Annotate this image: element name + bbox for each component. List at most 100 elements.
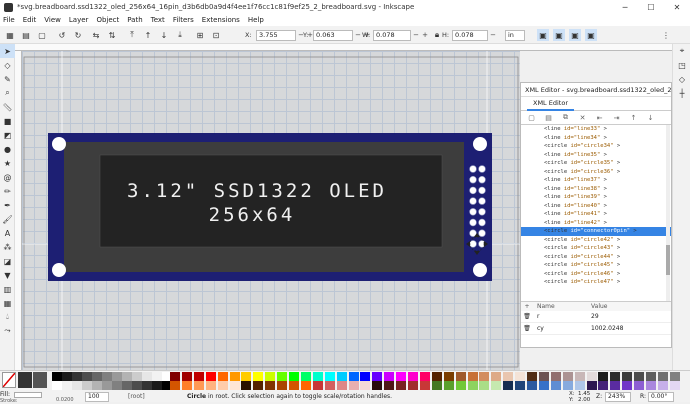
mounting-hole[interactable] xyxy=(52,263,66,277)
color-swatch[interactable] xyxy=(33,372,47,388)
color-swatch[interactable] xyxy=(62,372,72,381)
duplicate-node-icon[interactable]: ⧉ xyxy=(559,112,572,123)
attribute-name[interactable]: r xyxy=(533,313,591,320)
gradient-tool-icon[interactable]: ▥ xyxy=(0,282,15,296)
delete-node-icon[interactable]: ✕ xyxy=(576,112,589,123)
color-swatch[interactable] xyxy=(241,372,252,381)
color-swatch[interactable] xyxy=(431,381,442,390)
connector-pin[interactable] xyxy=(469,208,477,216)
drawing[interactable]: 3.12" SSD1322 OLED 256x64 xyxy=(22,51,520,370)
color-swatch[interactable] xyxy=(443,372,454,381)
selector-tool-icon[interactable]: ➤ xyxy=(0,44,15,58)
color-swatch[interactable] xyxy=(443,381,454,390)
flip-vertical-icon[interactable]: ⇅ xyxy=(106,29,118,41)
new-text-node-icon[interactable]: ▤ xyxy=(542,112,555,123)
color-swatch[interactable] xyxy=(396,372,407,381)
color-swatch[interactable] xyxy=(408,372,418,381)
menu-extensions[interactable]: Extensions xyxy=(202,16,240,24)
color-swatch[interactable] xyxy=(62,381,72,390)
color-swatch[interactable] xyxy=(265,372,276,381)
color-swatch[interactable] xyxy=(72,372,82,381)
menu-object[interactable]: Object xyxy=(96,16,119,24)
xml-node-row[interactable]: <line id="line39" > xyxy=(521,193,671,202)
xml-node-row[interactable]: <line id="line33" > xyxy=(521,125,671,134)
color-swatch[interactable] xyxy=(586,372,597,381)
color-swatch[interactable] xyxy=(348,381,359,390)
color-swatch[interactable] xyxy=(142,372,152,381)
xml-node-row[interactable]: <line id="line42" > xyxy=(521,219,671,228)
rectangle-tool-icon[interactable]: ■ xyxy=(0,114,15,128)
new-element-node-icon[interactable]: ▢ xyxy=(525,112,538,123)
color-swatch[interactable] xyxy=(419,372,430,381)
color-swatch[interactable] xyxy=(574,381,585,390)
color-swatch[interactable] xyxy=(610,372,621,381)
color-swatch[interactable] xyxy=(181,381,192,390)
no-paint-swatch[interactable] xyxy=(2,372,16,388)
xml-node-row[interactable]: <line id="line35" > xyxy=(521,151,671,160)
rotation-field[interactable]: 0.00° xyxy=(648,392,674,402)
menu-filters[interactable]: Filters xyxy=(173,16,194,24)
oled-label-line2[interactable]: 256x64 xyxy=(209,204,296,226)
unindent-node-icon[interactable]: ⇤ xyxy=(593,112,606,123)
color-swatch[interactable] xyxy=(527,372,537,381)
h-minus-button[interactable]: − xyxy=(489,30,497,41)
calligraphy-tool-icon[interactable]: 🖌︎ xyxy=(0,212,15,226)
color-swatch[interactable] xyxy=(455,381,466,390)
connector-tool-icon[interactable]: ⤳ xyxy=(0,324,15,338)
color-swatch[interactable] xyxy=(82,372,92,381)
unit-select[interactable]: in xyxy=(505,30,525,41)
mounting-hole[interactable] xyxy=(473,263,487,277)
mesh-tool-icon[interactable]: ▦ xyxy=(0,296,15,310)
color-swatch[interactable] xyxy=(253,381,264,390)
color-swatch[interactable] xyxy=(18,372,32,388)
snap-guide-icon[interactable]: ┼ xyxy=(673,86,690,100)
color-swatch[interactable] xyxy=(657,381,668,390)
connector-pin[interactable] xyxy=(469,165,477,173)
connector-pin[interactable] xyxy=(469,218,477,227)
color-swatch[interactable] xyxy=(92,381,102,390)
menu-path[interactable]: Path xyxy=(127,16,142,24)
minimize-button[interactable]: ─ xyxy=(612,0,638,14)
connector-pin[interactable] xyxy=(478,165,486,173)
color-swatch[interactable] xyxy=(479,381,490,390)
color-swatch[interactable] xyxy=(336,381,347,390)
node-tool-icon[interactable]: ◇ xyxy=(0,58,15,72)
color-swatch[interactable] xyxy=(205,372,216,381)
color-swatch[interactable] xyxy=(193,381,204,390)
menu-text[interactable]: Text xyxy=(151,16,165,24)
color-swatch[interactable] xyxy=(669,381,680,390)
stroke-width-value[interactable]: 0.0200 xyxy=(56,397,74,403)
color-swatch[interactable] xyxy=(324,372,335,381)
color-palette[interactable] xyxy=(0,371,690,391)
color-swatch[interactable] xyxy=(610,381,621,390)
color-swatch[interactable] xyxy=(132,372,142,381)
color-swatch[interactable] xyxy=(152,372,162,381)
color-swatch[interactable] xyxy=(265,381,276,390)
scale-stroke-icon[interactable]: ▣ xyxy=(537,29,549,41)
xml-node-row[interactable]: <line id="line38" > xyxy=(521,185,671,194)
text-tool-icon[interactable]: A xyxy=(0,226,15,240)
color-swatch[interactable] xyxy=(467,381,478,390)
xml-node-row[interactable]: <line id="line37" > xyxy=(521,176,671,185)
rotate-cw-icon[interactable]: ↻ xyxy=(72,29,84,41)
color-swatch[interactable] xyxy=(112,381,122,390)
xml-node-row[interactable]: <circle id="circle44" > xyxy=(521,253,671,262)
connector-pin[interactable] xyxy=(469,197,477,205)
color-swatch[interactable] xyxy=(562,372,573,381)
x-field[interactable]: 3.755 xyxy=(256,30,296,41)
xml-node-row[interactable]: <line id="line40" > xyxy=(521,202,671,211)
transform-icon[interactable]: ⊡ xyxy=(210,29,222,41)
pencil-tool-icon[interactable]: ✏ xyxy=(0,184,15,198)
raise-icon[interactable]: ↑ xyxy=(142,29,154,41)
color-swatch[interactable] xyxy=(122,381,132,390)
connector-pin[interactable] xyxy=(478,208,486,216)
color-swatch[interactable] xyxy=(503,372,514,381)
attribute-value[interactable]: 29 xyxy=(591,313,599,320)
color-swatch[interactable] xyxy=(538,372,549,381)
connector-pin[interactable] xyxy=(469,186,477,195)
color-swatch[interactable] xyxy=(312,372,323,381)
xml-node-row[interactable]: <line id="line41" > xyxy=(521,210,671,219)
color-swatch[interactable] xyxy=(229,372,240,381)
color-swatch[interactable] xyxy=(217,372,228,381)
color-swatch[interactable] xyxy=(170,372,180,381)
